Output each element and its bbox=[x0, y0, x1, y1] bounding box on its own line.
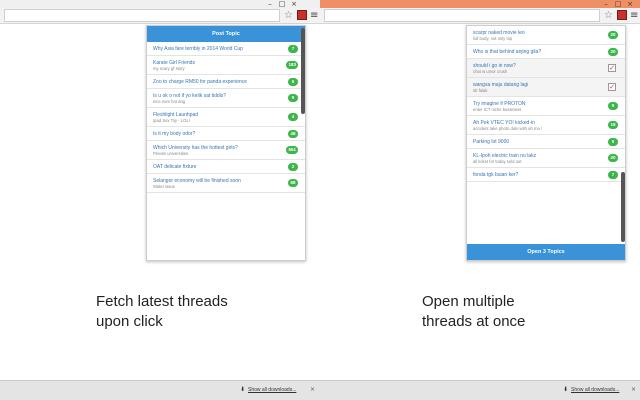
thread-row[interactable]: Ah Pek VTEC YO! kicked-in accident take p… bbox=[467, 116, 625, 135]
tab-strip: – □ × bbox=[0, 0, 320, 8]
thread-row[interactable]: Why Asia fare terribly in 2014 World Cup… bbox=[147, 42, 305, 56]
maximize-icon[interactable]: □ bbox=[612, 0, 624, 8]
caption-line: Fetch latest threads bbox=[96, 293, 228, 310]
thread-title[interactable]: Zoo to charge RM50 for panda experience bbox=[153, 79, 285, 85]
reply-count-badge: 20 bbox=[608, 47, 618, 56]
caption: Open multiple threads at once bbox=[422, 292, 622, 332]
thread-subtitle: nice nom hot dog bbox=[153, 99, 186, 104]
thread-subtitle: accident take photo dulu with ah ma ! bbox=[473, 126, 543, 131]
right-panel: – □ × ☆ ≡ scarpr naked movie leo full body,… bbox=[320, 0, 640, 400]
reply-count-badge: 9 bbox=[288, 94, 298, 102]
minimize-icon[interactable]: – bbox=[264, 0, 276, 8]
download-bar: ⬇ Show all downloads... × bbox=[320, 380, 640, 400]
reply-count-badge: 2 bbox=[288, 162, 298, 171]
show-all-downloads-link[interactable]: Show all downloads... bbox=[571, 387, 619, 393]
thread-subtitle: all ticket for today sold out bbox=[473, 159, 522, 164]
minimize-icon[interactable]: – bbox=[600, 0, 612, 8]
reply-count-badge: 651 bbox=[286, 146, 298, 154]
thread-row[interactable]: Which University has the hottest girls? P… bbox=[147, 141, 305, 160]
address-bar[interactable] bbox=[324, 9, 600, 22]
threads-popup: scarpr naked movie leo full body, not onl… bbox=[466, 25, 626, 261]
reply-count-badge: 20 bbox=[608, 31, 618, 39]
thread-subtitle: full body, not only top bbox=[473, 36, 513, 41]
post-topic-button[interactable]: Post Topic bbox=[147, 26, 305, 42]
download-bar: ⬇ Show all downloads... × bbox=[0, 380, 320, 400]
caption-line: Open multiple bbox=[422, 293, 515, 310]
thread-title[interactable]: fonda tgk buian ker? bbox=[473, 172, 605, 178]
thread-title[interactable]: Why Asia fare terribly in 2014 World Cup bbox=[153, 46, 285, 52]
thread-subtitle: sb falak bbox=[473, 88, 488, 93]
reply-count-badge: 7 bbox=[288, 44, 298, 53]
thread-row[interactable]: Parking lot 9000 0 bbox=[467, 135, 625, 149]
thread-row[interactable]: Zoo to charge RM50 for panda experience 5 bbox=[147, 75, 305, 89]
thread-row[interactable]: Karate Girl Friends my scary gf story 183 bbox=[147, 56, 305, 75]
window-controls: – □ × bbox=[264, 0, 300, 8]
thread-row[interactable]: scarpr naked movie leo full body, not onl… bbox=[467, 26, 625, 45]
tab-strip: – □ × bbox=[320, 0, 640, 8]
thread-list: Why Asia fare terribly in 2014 World Cup… bbox=[147, 42, 305, 193]
menu-icon[interactable]: ≡ bbox=[310, 9, 318, 22]
thread-subtitle: my scary gf story bbox=[153, 66, 185, 71]
download-icon: ⬇ bbox=[563, 386, 569, 393]
checkmark-icon[interactable]: ✓ bbox=[608, 83, 616, 91]
thread-row[interactable]: Who is that behind anjing gila? 20 bbox=[467, 45, 625, 59]
show-all-downloads-link[interactable]: Show all downloads... bbox=[248, 387, 296, 393]
reply-count-badge: 68 bbox=[288, 179, 298, 187]
thread-row[interactable]: Is it my body odor? 48 bbox=[147, 127, 305, 141]
thread-subtitle: chat w umor crush bbox=[473, 69, 508, 74]
thread-row[interactable]: wangsa maju datang lagi sb falak ✓ bbox=[467, 78, 625, 97]
thread-row[interactable]: Try imagine if PROTON enter ICT niche bus… bbox=[467, 97, 625, 116]
thread-row[interactable]: Fleshlight Launhpad Ipad Sex Toy - LOL! 4 bbox=[147, 108, 305, 127]
close-icon[interactable]: × bbox=[631, 386, 636, 393]
reply-count-badge: 7 bbox=[608, 170, 618, 179]
thread-subtitle: Private universities bbox=[153, 151, 189, 156]
reply-count-badge: 20 bbox=[608, 154, 618, 162]
reply-count-badge: 19 bbox=[608, 121, 618, 129]
scrollbar[interactable] bbox=[301, 28, 305, 114]
star-icon[interactable]: ☆ bbox=[284, 9, 293, 22]
caption: Fetch latest threads upon click bbox=[96, 292, 296, 332]
thread-title[interactable]: Who is that behind anjing gila? bbox=[473, 49, 605, 55]
window-controls: – □ × bbox=[600, 0, 636, 8]
reply-count-badge: 183 bbox=[286, 61, 298, 69]
extension-icon[interactable] bbox=[617, 10, 627, 20]
open-topics-button[interactable]: Open 3 Topics bbox=[467, 244, 625, 260]
address-bar[interactable] bbox=[4, 9, 280, 22]
thread-row[interactable]: should i go in now? chat w umor crush ✓ bbox=[467, 59, 625, 78]
thread-subtitle: Water issue bbox=[153, 184, 175, 189]
left-panel: – □ × ☆ ≡ Post Topic Why Asia fare terribl… bbox=[0, 0, 320, 400]
close-window-icon[interactable]: × bbox=[624, 0, 636, 8]
checkmark-icon[interactable]: ✓ bbox=[608, 64, 616, 72]
thread-row[interactable]: Is u ok o not if yo kelik sat tiddis? nic… bbox=[147, 89, 305, 108]
thread-row[interactable]: KL-Ipoh electric train no lakz all ticket… bbox=[467, 149, 625, 168]
download-icon: ⬇ bbox=[240, 386, 246, 393]
extension-icon[interactable] bbox=[297, 10, 307, 20]
reply-count-badge: 9 bbox=[608, 102, 618, 110]
close-window-icon[interactable]: × bbox=[288, 0, 300, 8]
reply-count-badge: 0 bbox=[608, 137, 618, 146]
browser-toolbar: ☆ ≡ bbox=[0, 8, 320, 24]
thread-row[interactable]: OAT delicate fixture 2 bbox=[147, 160, 305, 174]
close-icon[interactable]: × bbox=[310, 386, 315, 393]
threads-popup: Post Topic Why Asia fare terribly in 201… bbox=[146, 25, 306, 261]
thread-row[interactable]: fonda tgk buian ker? 7 bbox=[467, 168, 625, 182]
reply-count-badge: 48 bbox=[288, 129, 298, 138]
browser-toolbar: ☆ ≡ bbox=[320, 8, 640, 24]
caption-line: threads at once bbox=[422, 313, 526, 330]
thread-row[interactable]: Selangor economy will be finished soon Wa… bbox=[147, 174, 305, 193]
scrollbar[interactable] bbox=[621, 172, 625, 242]
reply-count-badge: 4 bbox=[288, 113, 298, 121]
reply-count-badge: 5 bbox=[288, 77, 298, 86]
maximize-icon[interactable]: □ bbox=[276, 0, 288, 8]
thread-subtitle: enter ICT niche bussiness bbox=[473, 107, 522, 112]
star-icon[interactable]: ☆ bbox=[604, 9, 613, 22]
thread-title[interactable]: Is it my body odor? bbox=[153, 131, 285, 137]
thread-subtitle: Ipad Sex Toy - LOL! bbox=[153, 118, 190, 123]
menu-icon[interactable]: ≡ bbox=[630, 9, 638, 22]
thread-title[interactable]: Parking lot 9000 bbox=[473, 139, 605, 145]
caption-line: upon click bbox=[96, 313, 163, 330]
thread-title[interactable]: OAT delicate fixture bbox=[153, 164, 285, 170]
thread-list: scarpr naked movie leo full body, not onl… bbox=[467, 26, 625, 182]
